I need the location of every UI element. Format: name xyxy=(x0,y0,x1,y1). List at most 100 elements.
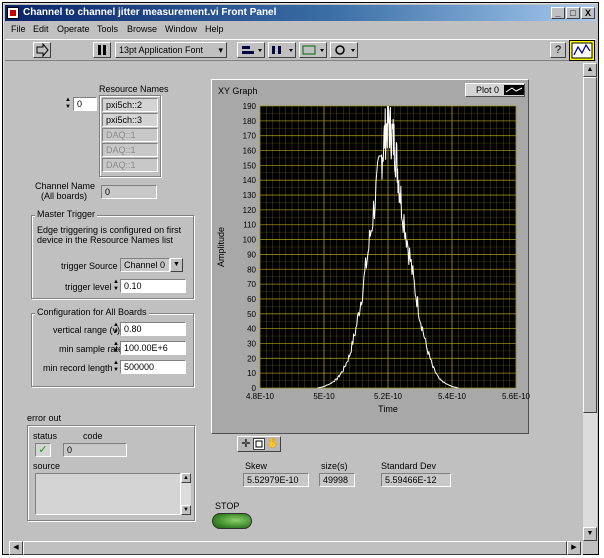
align-button[interactable] xyxy=(237,42,265,58)
y-tick-label: 80 xyxy=(247,265,256,274)
vertical-range-increment[interactable]: ▲ ▼ xyxy=(112,322,120,336)
run-arrow-icon xyxy=(36,42,49,58)
error-source-scroll-up[interactable]: ▲ xyxy=(181,473,191,483)
y-tick-label: 120 xyxy=(243,206,257,215)
y-tick-label: 190 xyxy=(243,102,257,111)
reorder-button[interactable] xyxy=(330,42,358,58)
y-tick-label: 150 xyxy=(243,161,257,170)
channel-name-sublabel: (All boards) xyxy=(41,191,88,201)
master-trigger-title: Master Trigger xyxy=(35,209,98,219)
grid-lines xyxy=(259,105,517,389)
y-tick-label: 170 xyxy=(243,132,257,141)
pan-hand-icon[interactable]: ✋ xyxy=(267,437,280,450)
y-tick-label: 50 xyxy=(247,310,256,319)
sample-rate-increment[interactable]: ▲ ▼ xyxy=(112,341,120,355)
pause-button[interactable] xyxy=(93,42,111,58)
front-panel: ▲ ▼ 0 Resource Names pxi5ch::2 pxi5ch::3 … xyxy=(9,63,580,541)
error-status-label: status xyxy=(33,431,58,441)
scroll-right-button[interactable]: ▶ xyxy=(567,541,581,555)
zoom-icon[interactable] xyxy=(253,438,265,450)
skew-value: 5.52979E-10 xyxy=(243,473,309,487)
font-select-value: 13pt Application Font xyxy=(119,45,204,55)
trigger-level-input[interactable]: 0.10 xyxy=(120,279,186,293)
title-bar[interactable]: Channel to channel jitter measurement.vi… xyxy=(5,5,596,21)
menu-browse[interactable]: Browse xyxy=(127,24,157,34)
resource-name-3[interactable]: DAQ::1 xyxy=(102,143,158,157)
error-source-scroll-down[interactable]: ▼ xyxy=(181,505,191,515)
panel-horizontal-scrollbar[interactable]: ◀ ▶ xyxy=(9,541,583,555)
trigger-source-select[interactable]: Channel 0 xyxy=(120,258,170,272)
resource-name-1[interactable]: pxi5ch::3 xyxy=(102,113,158,127)
vertical-scroll-thumb[interactable] xyxy=(583,77,597,413)
error-source-label: source xyxy=(33,461,61,471)
master-trigger-desc-1: Edge triggering is configured on first xyxy=(37,225,182,235)
master-trigger-desc-2: device in the Resource Names list xyxy=(37,235,174,245)
vertical-range-label: vertical range (v) xyxy=(53,325,121,335)
distribute-objects-icon xyxy=(272,46,293,54)
window-title: Channel to channel jitter measurement.vi… xyxy=(23,7,277,18)
menu-file[interactable]: File xyxy=(11,24,26,34)
x-tick-label: 5.4E-10 xyxy=(438,392,467,401)
maximize-button[interactable]: □ xyxy=(566,7,580,19)
error-source-scroll-track[interactable] xyxy=(181,483,191,505)
horizontal-scroll-thumb[interactable] xyxy=(23,541,567,555)
menu-tools[interactable]: Tools xyxy=(97,24,118,34)
error-source-text xyxy=(35,473,181,515)
minimize-button[interactable]: _ xyxy=(551,7,565,19)
stop-button[interactable] xyxy=(212,513,252,529)
menu-edit[interactable]: Edit xyxy=(33,24,49,34)
plot-legend[interactable]: Plot 0 xyxy=(465,83,525,97)
menu-bar: File Edit Operate Tools Browse Window He… xyxy=(5,23,596,37)
size-label: size(s) xyxy=(321,461,348,471)
y-tick-label: 180 xyxy=(243,117,257,126)
y-tick-label: 60 xyxy=(247,295,256,304)
resource-name-4[interactable]: DAQ::1 xyxy=(102,158,158,172)
dropdown-arrow-icon: ▼ xyxy=(173,261,180,268)
vi-icon xyxy=(569,40,595,61)
vertical-range-input[interactable]: 0.80 xyxy=(120,322,186,336)
menu-window[interactable]: Window xyxy=(165,24,197,34)
pause-icon xyxy=(98,45,106,55)
close-button[interactable]: X xyxy=(581,7,595,19)
plot-line-swatch-icon xyxy=(504,85,524,95)
vi-app-icon xyxy=(7,7,19,19)
checkmark-icon: ✓ xyxy=(38,444,48,456)
trigger-level-increment[interactable]: ▲ ▼ xyxy=(112,279,120,293)
resource-index-increment[interactable]: ▲ ▼ xyxy=(64,97,72,111)
y-tick-label: 70 xyxy=(247,280,256,289)
chevron-down-icon: ▾ xyxy=(218,45,223,55)
crosshair-icon[interactable]: ✛ xyxy=(240,438,252,450)
standard-dev-value: 5.59466E-12 xyxy=(381,473,451,487)
resize-button[interactable] xyxy=(299,42,327,58)
error-code-label: code xyxy=(83,431,103,441)
standard-dev-label: Standard Dev xyxy=(381,461,437,471)
x-tick-label: 5.2E-10 xyxy=(374,392,403,401)
resource-index-input[interactable]: 0 xyxy=(73,97,97,111)
align-objects-icon xyxy=(242,46,262,54)
panel-vertical-scrollbar[interactable]: ▲ ▼ xyxy=(583,63,597,541)
resource-name-0[interactable]: pxi5ch::2 xyxy=(102,98,158,112)
scroll-down-button[interactable]: ▼ xyxy=(583,527,597,541)
error-code-value: 0 xyxy=(63,443,127,457)
menu-help[interactable]: Help xyxy=(205,24,224,34)
scroll-up-button[interactable]: ▲ xyxy=(583,63,597,77)
y-tick-label: 140 xyxy=(243,176,257,185)
scroll-left-button[interactable]: ◀ xyxy=(9,541,23,555)
distribute-button[interactable] xyxy=(268,42,296,58)
configuration-title: Configuration for All Boards xyxy=(35,307,149,317)
run-button[interactable] xyxy=(33,42,51,58)
channel-name-input[interactable]: 0 xyxy=(101,185,157,199)
record-length-increment[interactable]: ▲ ▼ xyxy=(112,360,120,374)
trigger-level-label: trigger level xyxy=(65,282,112,292)
context-help-button[interactable]: ? xyxy=(550,42,566,58)
graph-label: XY Graph xyxy=(218,86,258,96)
menu-operate[interactable]: Operate xyxy=(57,24,90,34)
sample-rate-input[interactable]: 100.00E+6 xyxy=(120,341,186,355)
trigger-source-dropdown[interactable]: ▼ xyxy=(170,258,183,272)
y-tick-label: 20 xyxy=(247,354,256,363)
record-length-input[interactable]: 500000 xyxy=(120,360,186,374)
toolbar: 13pt Application Font ▾ ? xyxy=(5,39,596,61)
resource-name-2[interactable]: DAQ::1 xyxy=(102,128,158,142)
font-select[interactable]: 13pt Application Font ▾ xyxy=(115,42,227,58)
x-axis-label: Time xyxy=(378,404,398,414)
